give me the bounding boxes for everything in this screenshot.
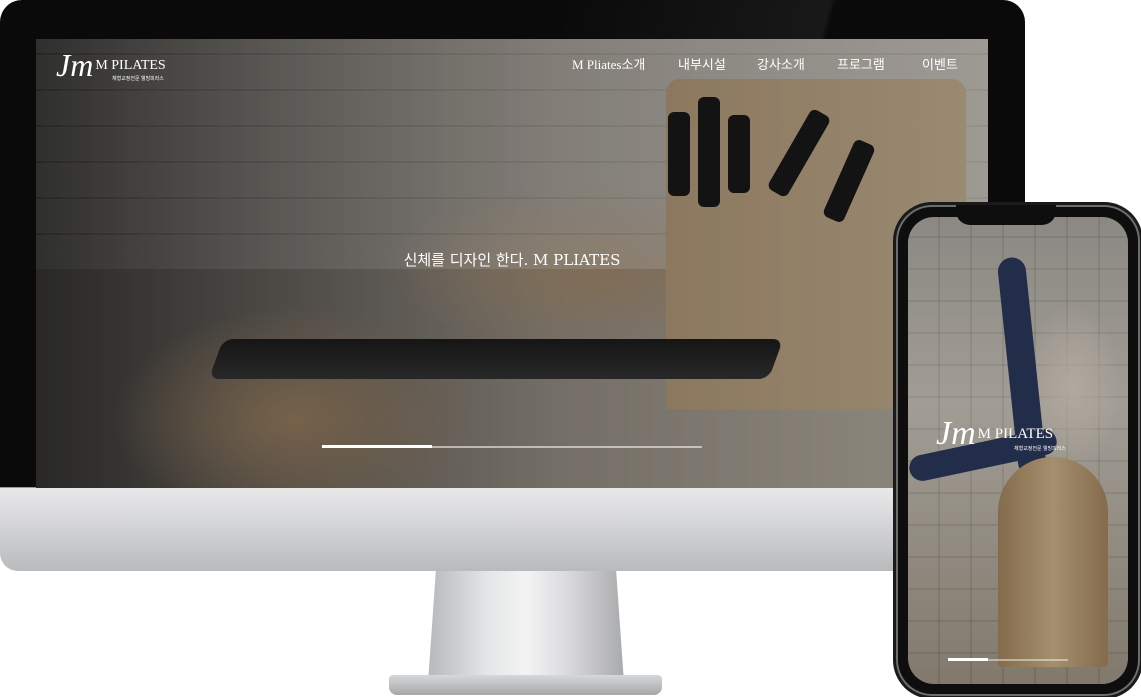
desktop-monitor-chin	[0, 487, 1025, 571]
desktop-hero-slide: Jm M PILATES 체형교정전문 웰빙피라스 M Pliates소개 내부시…	[36, 39, 988, 488]
mobile-hero-slide: Jm M PILATES 체형교정전문 웰빙피라스	[908, 217, 1128, 684]
phone-notch	[956, 205, 1056, 225]
nav-item-events[interactable]: 이벤트	[922, 54, 958, 73]
nav-item-programs[interactable]: 프로그램	[837, 54, 885, 73]
mobile-slide-progress-fill	[948, 658, 988, 661]
slide-progress-fill	[322, 445, 433, 448]
desktop-monitor-stand	[428, 571, 624, 683]
main-navigation: M Pliates소개 내부시설 강사소개 프로그램 이벤트	[36, 39, 988, 79]
desktop-monitor-base	[389, 675, 662, 695]
slide-progress-bar[interactable]	[322, 445, 702, 448]
mobile-logo-tagline: 체형교정전문 웰빙피라스	[1014, 447, 1066, 452]
mobile-logo-mark: Jm	[936, 415, 976, 452]
mobile-logo-name: M PILATES	[977, 425, 1054, 442]
nav-item-about[interactable]: M Pliates소개	[572, 54, 645, 73]
nav-item-instructors[interactable]: 강사소개	[757, 54, 805, 73]
mobile-site-logo[interactable]: Jm M PILATES 체형교정전문 웰빙피라스	[936, 415, 1066, 453]
mobile-phone-frame: Jm M PILATES 체형교정전문 웰빙피라스	[896, 205, 1140, 696]
hero-headline: 신체를 디자인 한다. M PLIATES	[403, 251, 621, 269]
nav-item-facilities[interactable]: 내부시설	[678, 54, 726, 73]
mobile-slide-progress-bar[interactable]	[948, 658, 1068, 661]
